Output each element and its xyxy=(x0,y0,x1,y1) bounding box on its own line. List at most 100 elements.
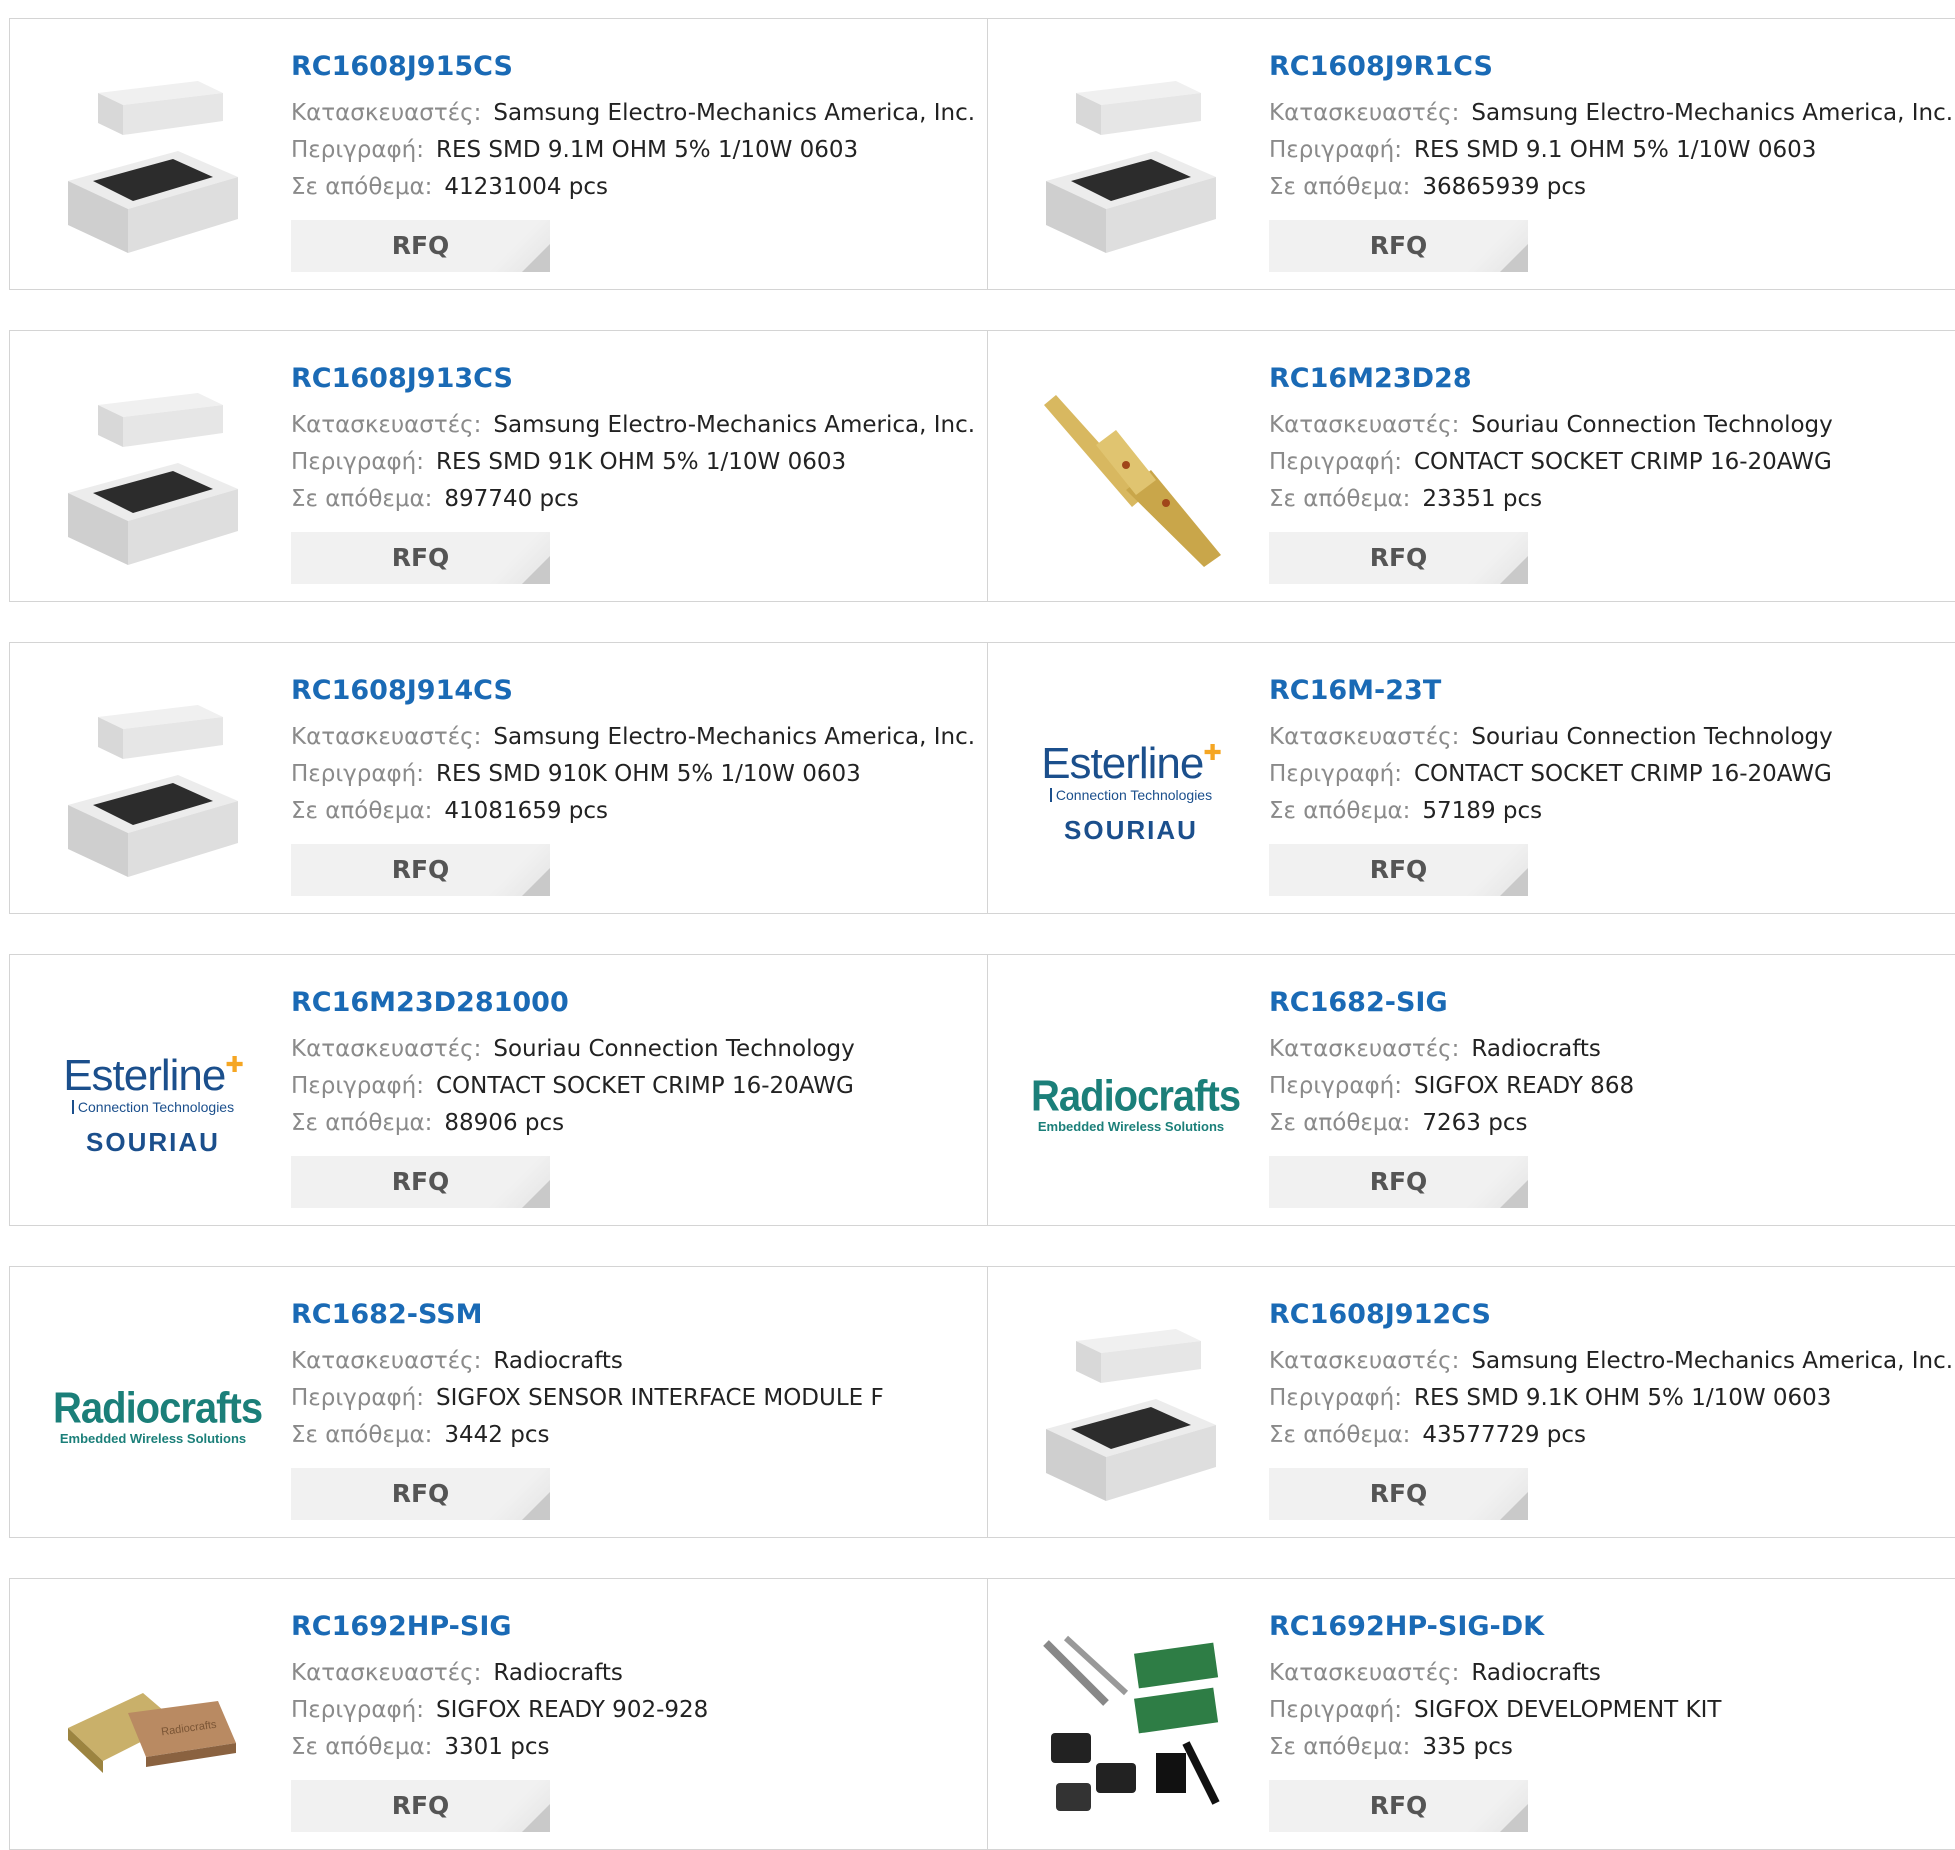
manufacturer-label: Κατασκευαστές: xyxy=(1269,1036,1460,1062)
stock-label: Σε απόθεμα: xyxy=(291,486,433,512)
stock-label: Σε απόθεμα: xyxy=(291,1110,433,1136)
esterline-logo-sub: Connection Technologies xyxy=(1049,787,1212,802)
product-image[interactable] xyxy=(1026,63,1236,273)
stock-value: 897740 pcs xyxy=(444,486,579,512)
rfq-button[interactable]: RFQ xyxy=(291,1468,550,1520)
corner-decoration xyxy=(522,1180,550,1208)
manufacturer-logo[interactable]: Esterline✚ Connection Technologies SOURI… xyxy=(48,999,258,1209)
corner-decoration xyxy=(1500,868,1528,896)
product-info: RC1692HP-SIG Κατασκευαστές: Radiocrafts Π… xyxy=(291,1609,977,1766)
description-label: Περιγραφή: xyxy=(291,761,424,787)
description-label: Περιγραφή: xyxy=(1269,1697,1402,1723)
rfq-button[interactable]: RFQ xyxy=(291,1780,550,1832)
description-label: Περιγραφή: xyxy=(1269,1385,1402,1411)
part-number-link[interactable]: RC1608J9R1CS xyxy=(1269,49,1946,85)
rfq-button[interactable]: RFQ xyxy=(291,532,550,584)
product-info: RC1608J914CS Κατασκευαστές: Samsung Elect… xyxy=(291,673,977,830)
manufacturer-label: Κατασκευαστές: xyxy=(291,724,482,750)
stock-value: 41231004 pcs xyxy=(444,174,609,200)
description-value: SIGFOX DEVELOPMENT KIT xyxy=(1413,1697,1722,1723)
part-number-link[interactable]: RC1608J913CS xyxy=(291,361,977,397)
manufacturer-line: Κατασκευαστές: Samsung Electro-Mechanics … xyxy=(1269,1343,1953,1380)
product-card: RC1608J9R1CS Κατασκευαστές: Samsung Elect… xyxy=(988,19,1955,289)
description-line: Περιγραφή: SIGFOX SENSOR INTERFACE MODULE… xyxy=(291,1380,977,1417)
corner-decoration xyxy=(522,244,550,272)
corner-decoration xyxy=(1500,1180,1528,1208)
product-image[interactable] xyxy=(1026,375,1236,585)
description-label: Περιγραφή: xyxy=(291,137,424,163)
part-number-link[interactable]: RC16M23D28 xyxy=(1269,361,1946,397)
stock-label: Σε απόθεμα: xyxy=(1269,1422,1411,1448)
description-value: CONTACT SOCKET CRIMP 16-20AWG xyxy=(1413,449,1832,475)
stock-line: Σε απόθεμα: 57189 pcs xyxy=(1269,793,1946,830)
manufacturer-line: Κατασκευαστές: Souriau Connection Technol… xyxy=(291,1031,977,1068)
corner-decoration xyxy=(522,556,550,584)
manufacturer-line: Κατασκευαστές: Radiocrafts xyxy=(1269,1031,1946,1068)
radiocrafts-logo-sub: Embedded Wireless Solutions xyxy=(59,1430,247,1446)
esterline-logo-name: Esterline✚ xyxy=(63,1050,244,1100)
stock-line: Σε απόθεμα: 41231004 pcs xyxy=(291,169,977,206)
product-info: RC1608J913CS Κατασκευαστές: Samsung Elect… xyxy=(291,361,977,518)
rfq-button[interactable]: RFQ xyxy=(1269,532,1528,584)
description-line: Περιγραφή: RES SMD 9.1 OHM 5% 1/10W 0603 xyxy=(1269,132,1946,169)
product-image[interactable] xyxy=(48,375,258,585)
description-label: Περιγραφή: xyxy=(1269,1073,1402,1099)
rfq-button[interactable]: RFQ xyxy=(1269,1780,1528,1832)
stock-line: Σε απόθεμα: 23351 pcs xyxy=(1269,481,1946,518)
stock-line: Σε απόθεμα: 43577729 pcs xyxy=(1269,1417,1946,1454)
stock-label: Σε απόθεμα: xyxy=(291,1422,433,1448)
corner-decoration xyxy=(522,1492,550,1520)
product-card: RC1608J913CS Κατασκευαστές: Samsung Elect… xyxy=(10,331,988,601)
rfq-label: RFQ xyxy=(391,1791,450,1820)
rfq-label: RFQ xyxy=(1369,1791,1428,1820)
rfq-button[interactable]: RFQ xyxy=(1269,1156,1528,1208)
product-image[interactable] xyxy=(1026,1311,1236,1521)
description-label: Περιγραφή: xyxy=(1269,449,1402,475)
manufacturer-value: Samsung Electro-Mechanics America, Inc. xyxy=(1471,1348,1954,1374)
corner-decoration xyxy=(522,868,550,896)
product-image[interactable]: Radiocrafts xyxy=(48,1623,258,1833)
corner-decoration xyxy=(1500,1804,1528,1832)
description-line: Περιγραφή: SIGFOX DEVELOPMENT KIT xyxy=(1269,1692,1946,1729)
manufacturer-line: Κατασκευαστές: Souriau Connection Technol… xyxy=(1269,407,1946,444)
stock-value: 36865939 pcs xyxy=(1422,174,1587,200)
product-row: Esterline✚ Connection Technologies SOURI… xyxy=(9,954,1955,1226)
part-number-link[interactable]: RC1608J912CS xyxy=(1269,1297,1946,1333)
product-info: RC1608J9R1CS Κατασκευαστές: Samsung Elect… xyxy=(1269,49,1953,206)
manufacturer-label: Κατασκευαστές: xyxy=(1269,724,1460,750)
part-number-link[interactable]: RC16M23D281000 xyxy=(291,985,977,1021)
rfq-button[interactable]: RFQ xyxy=(291,1156,550,1208)
part-number-link[interactable]: RC1608J914CS xyxy=(291,673,977,709)
part-number-link[interactable]: RC1682-SSM xyxy=(291,1297,977,1333)
description-line: Περιγραφή: SIGFOX READY 868 xyxy=(1269,1068,1946,1105)
part-number-link[interactable]: RC1608J915CS xyxy=(291,49,977,85)
rfq-label: RFQ xyxy=(391,855,450,884)
manufacturer-logo[interactable]: Radiocrafts Embedded Wireless Solutions xyxy=(1026,999,1241,1209)
product-info: RC1692HP-SIG-DK Κατασκευαστές: Radiocraft… xyxy=(1269,1609,1946,1766)
rfq-button[interactable]: RFQ xyxy=(291,844,550,896)
manufacturer-label: Κατασκευαστές: xyxy=(1269,1348,1460,1374)
stock-line: Σε απόθεμα: 41081659 pcs xyxy=(291,793,977,830)
part-number-link[interactable]: RC1682-SIG xyxy=(1269,985,1946,1021)
rfq-button[interactable]: RFQ xyxy=(1269,1468,1528,1520)
rfq-button[interactable]: RFQ xyxy=(291,220,550,272)
part-number-link[interactable]: RC16M-23T xyxy=(1269,673,1946,709)
product-image[interactable] xyxy=(48,63,258,273)
rfq-button[interactable]: RFQ xyxy=(1269,844,1528,896)
manufacturer-logo[interactable]: Radiocrafts Embedded Wireless Solutions xyxy=(48,1311,263,1521)
product-image[interactable] xyxy=(48,687,258,897)
part-number-link[interactable]: RC1692HP-SIG-DK xyxy=(1269,1609,1946,1645)
product-image[interactable] xyxy=(1026,1623,1236,1833)
manufacturer-value: Samsung Electro-Mechanics America, Inc. xyxy=(1471,100,1954,126)
manufacturer-logo[interactable]: Esterline✚ Connection Technologies SOURI… xyxy=(1026,687,1236,897)
manufacturer-value: Radiocrafts xyxy=(493,1660,623,1686)
description-value: CONTACT SOCKET CRIMP 16-20AWG xyxy=(435,1073,854,1099)
rfq-button[interactable]: RFQ xyxy=(1269,220,1528,272)
part-number-link[interactable]: RC1692HP-SIG xyxy=(291,1609,977,1645)
corner-decoration xyxy=(1500,556,1528,584)
product-info: RC16M23D28 Κατασκευαστές: Souriau Connect… xyxy=(1269,361,1946,518)
description-value: SIGFOX READY 902-928 xyxy=(435,1697,709,1723)
description-line: Περιγραφή: CONTACT SOCKET CRIMP 16-20AWG xyxy=(1269,756,1946,793)
manufacturer-line: Κατασκευαστές: Radiocrafts xyxy=(291,1655,977,1692)
manufacturer-label: Κατασκευαστές: xyxy=(291,1348,482,1374)
